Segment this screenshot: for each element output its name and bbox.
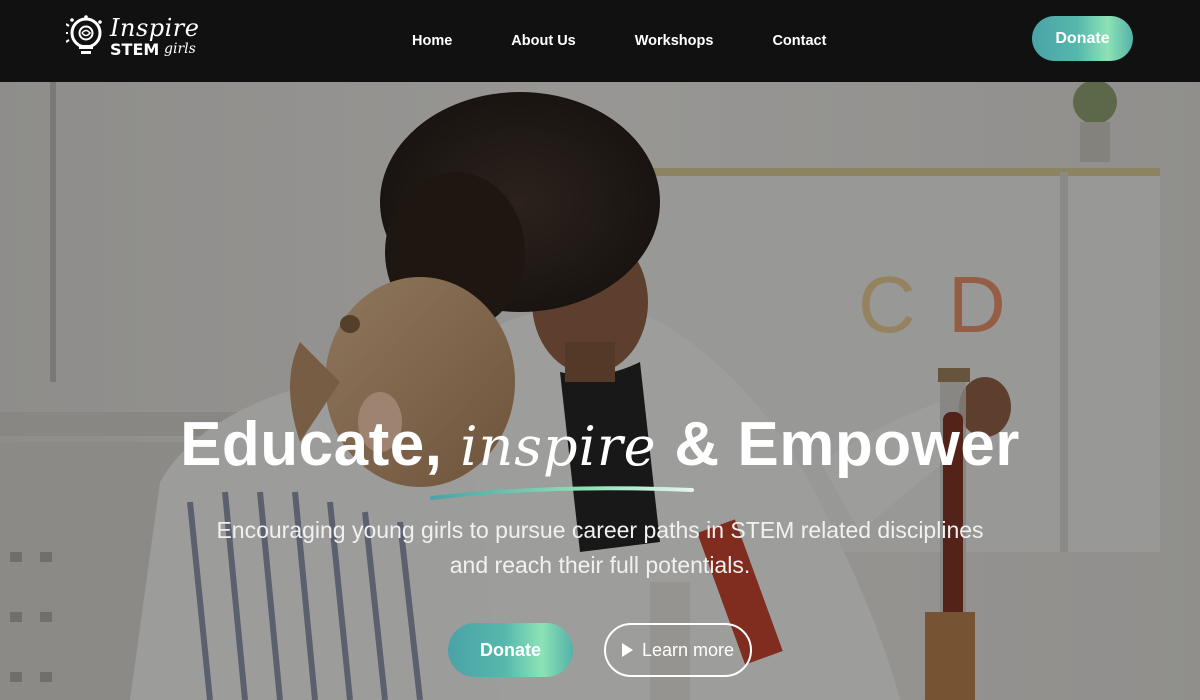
hero-title-script: inspire	[460, 415, 657, 478]
logo-wordmark-inspire: Inspire	[110, 14, 200, 42]
hero-overlay	[0, 82, 1200, 700]
learn-more-label: Learn more	[641, 639, 735, 660]
site-logo[interactable]: Inspire STEM girls	[66, 14, 206, 66]
hero-donate-button[interactable]: Donate	[448, 623, 573, 677]
nav-workshops[interactable]: Workshops	[635, 33, 714, 49]
play-icon	[621, 643, 633, 657]
page: Inspire STEM girls Home About Us Worksho…	[0, 0, 1200, 700]
nav-contact[interactable]: Contact	[772, 33, 826, 49]
logo-wordmark-stem: STEM	[110, 40, 160, 59]
hero-title-part2: & Empower	[674, 410, 1020, 479]
hero-section: C D Educate, inspire & Empower Encouragi…	[0, 82, 1200, 700]
learn-more-button[interactable]: Learn more	[604, 623, 752, 677]
nav-about-us[interactable]: About Us	[511, 33, 575, 49]
main-nav: Home About Us Workshops Contact	[412, 0, 826, 82]
lightbulb-gear-icon	[66, 15, 102, 54]
title-underline-swoosh	[430, 486, 694, 500]
hero-title: Educate, inspire & Empower	[0, 405, 1200, 487]
hero-subtitle: Encouraging young girls to pursue career…	[216, 517, 984, 578]
header-donate-button[interactable]: Donate	[1032, 16, 1133, 61]
nav-home[interactable]: Home	[412, 33, 452, 49]
hero-title-part1: Educate,	[180, 410, 443, 479]
logo-wordmark-girls: girls	[164, 41, 196, 57]
site-header: Inspire STEM girls Home About Us Worksho…	[0, 0, 1200, 82]
